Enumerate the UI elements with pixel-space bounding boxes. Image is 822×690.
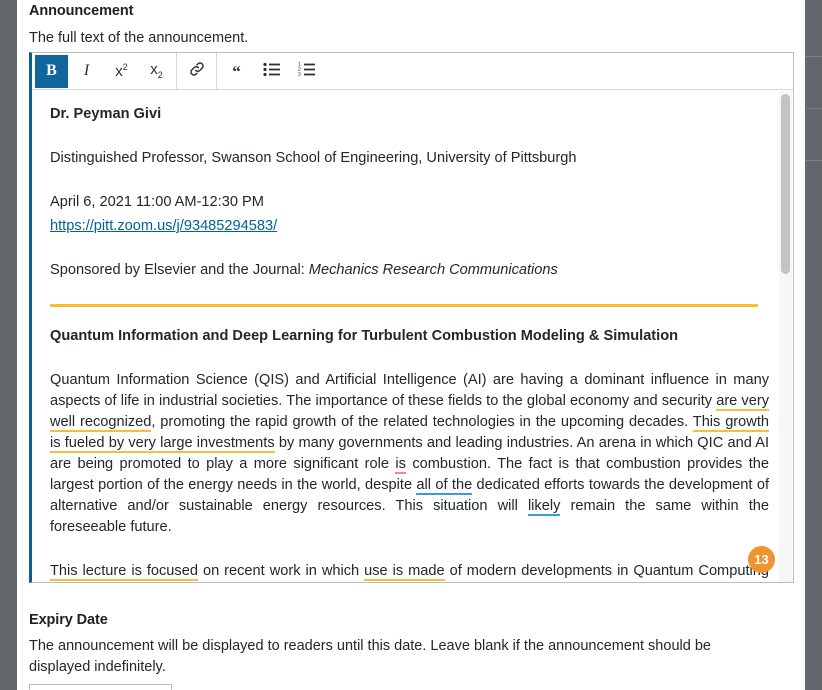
window-chrome-left [0,0,17,690]
gold-divider [50,304,758,307]
italic-button[interactable]: I [70,55,103,88]
expiry-date-description: The announcement will be displayed to re… [29,638,711,675]
bullet-list-icon [263,62,280,81]
suggestion-red-1[interactable]: is [395,456,406,474]
link-icon [188,60,206,82]
quote-icon: “ [232,61,241,81]
p1-seg1: Quantum Information Science (QIS) and Ar… [50,372,769,409]
italic-icon: I [83,62,90,79]
bold-icon: B [46,62,57,79]
suggestion-gold-4[interactable]: use is made [364,563,445,581]
suggestion-blue-1[interactable]: all of the [416,477,473,495]
speaker-affiliation: Distinguished Professor, Swanson School … [50,150,577,166]
superscript-icon: x2 [115,62,128,80]
blockquote-button[interactable]: “ [220,55,253,88]
rich-text-editor[interactable]: B I x2 x2 “ 1 2 3 Dr. Peyman Givi Distin… [29,52,794,583]
insert-link-button[interactable] [180,55,213,88]
editor-scrollbar-thumb[interactable] [781,94,790,274]
zoom-meeting-link[interactable]: https://pitt.zoom.us/j/93485294583/ [50,218,277,234]
sponsor-prefix: Sponsored by Elsevier and the Journal: [50,262,309,278]
numbered-list-button[interactable]: 1 2 3 [290,55,323,88]
expiry-date-label: Expiry Date [29,612,108,628]
form-content: Announcement The full text of the announ… [17,0,805,690]
subscript-button[interactable]: x2 [140,55,173,88]
sponsor-journal-name: Mechanics Research Communications [308,262,558,278]
zoom-link-paragraph: https://pitt.zoom.us/j/93485294583/ [50,216,769,237]
superscript-button[interactable]: x2 [105,55,138,88]
suggestion-count-badge[interactable]: 13 [748,546,775,573]
event-datetime: April 6, 2021 11:00 AM-12:30 PM [50,194,264,210]
abstract-paragraph-1: Quantum Information Science (QIS) and Ar… [50,370,769,538]
page-root: Announcement The full text of the announ… [0,0,822,690]
suggestion-gold-3[interactable]: This lecture is focused [50,563,198,581]
abstract-paragraph-2: This lecture is focused on recent work i… [50,561,769,582]
editor-scrollbar[interactable] [779,91,792,582]
toolbar-group-formatting: B I x2 x2 [32,53,177,89]
suggestion-blue-2[interactable]: likely [527,498,561,516]
window-chrome-right [805,0,822,690]
bold-button[interactable]: B [35,54,68,88]
announcement-field-label: Announcement [29,3,134,19]
bullet-list-button[interactable] [255,55,288,88]
p2-seg2: on recent work in which [197,563,365,579]
announcement-field-description: The full text of the announcement. [29,30,249,46]
talk-title: Quantum Information and Deep Learning fo… [50,328,679,344]
expiry-date-input[interactable] [29,684,172,690]
toolbar-group-blocks: “ 1 2 3 [217,53,326,89]
editor-content-area[interactable]: Dr. Peyman Givi Distinguished Professor,… [32,90,793,582]
toolbar-group-link [177,53,217,89]
subscript-icon: x2 [150,61,163,80]
speaker-name: Dr. Peyman Givi [50,106,162,122]
editor-toolbar: B I x2 x2 “ 1 2 3 [32,53,793,90]
p1-seg3: , promoting the rapid growth of the rela… [151,414,693,430]
svg-text:3: 3 [298,72,301,77]
numbered-list-icon: 1 2 3 [298,62,315,81]
sponsor-line: Sponsored by Elsevier and the Journal: M… [50,260,769,281]
